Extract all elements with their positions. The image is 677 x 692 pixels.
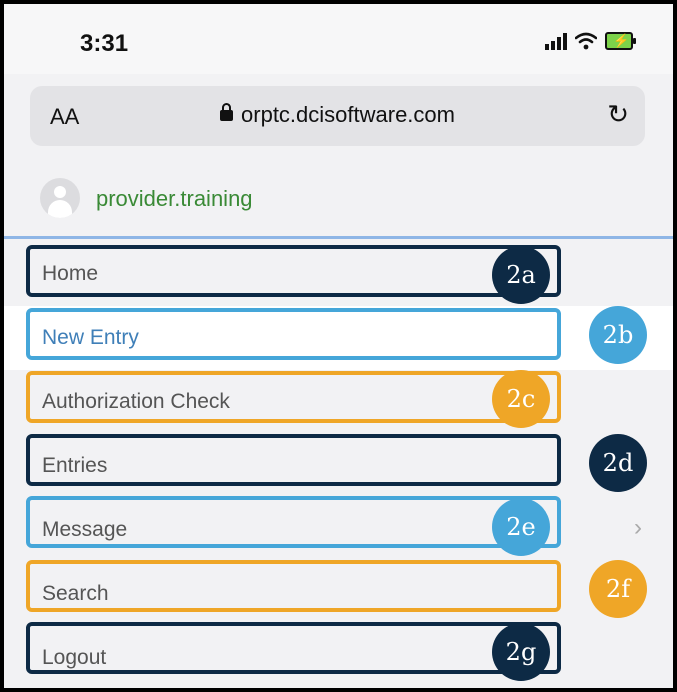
url-display[interactable]: orptc.dcisoftware.com xyxy=(30,102,645,128)
browser-address-bar[interactable]: AA orptc.dcisoftware.com ↻ xyxy=(30,86,645,146)
status-bar: 3:31 ⚡ xyxy=(4,4,673,74)
status-icons: ⚡ xyxy=(545,32,636,50)
highlight-box-authorization-check xyxy=(26,371,561,423)
callout-2a: 2a xyxy=(492,246,550,304)
status-time: 3:31 xyxy=(80,30,129,57)
highlight-box-new-entry xyxy=(26,308,561,360)
username-label: provider.training xyxy=(96,186,253,211)
callout-2g: 2g xyxy=(492,623,550,681)
signal-icon xyxy=(545,32,567,50)
highlight-box-search xyxy=(26,560,561,612)
url-text: orptc.dcisoftware.com xyxy=(241,102,455,127)
callout-2f: 2f xyxy=(589,560,647,618)
phone-screenshot: 3:31 ⚡ AA orptc.dcisoftware.com ↻ provid… xyxy=(0,0,677,692)
battery-charging-icon: ⚡ xyxy=(605,32,636,50)
highlight-box-home xyxy=(26,245,561,297)
callout-2e: 2e xyxy=(492,498,550,556)
highlight-box-message xyxy=(26,496,561,548)
avatar xyxy=(40,178,80,218)
reload-icon[interactable]: ↻ xyxy=(607,99,629,130)
chevron-right-icon: › xyxy=(634,514,642,541)
wifi-icon xyxy=(575,32,597,50)
user-header: provider.training xyxy=(4,164,673,239)
callout-2b: 2b xyxy=(589,306,647,364)
callout-2c: 2c xyxy=(492,370,550,428)
lock-icon xyxy=(220,103,234,121)
highlight-box-logout xyxy=(26,622,561,674)
highlight-box-entries xyxy=(26,434,561,486)
callout-2d: 2d xyxy=(589,434,647,492)
